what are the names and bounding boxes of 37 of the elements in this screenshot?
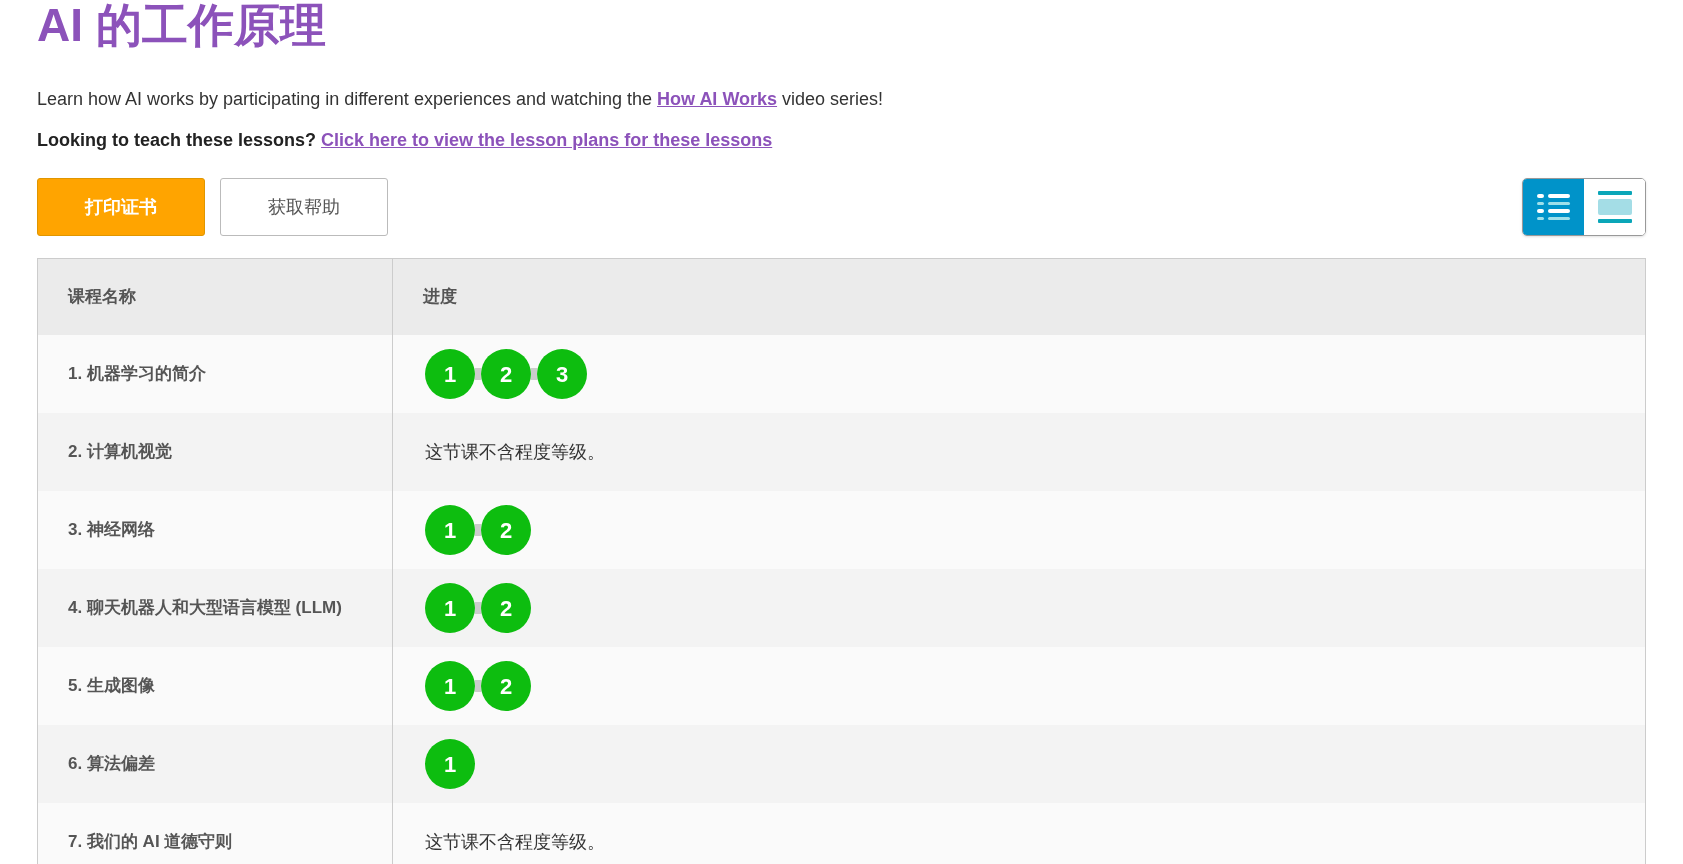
lesson-name[interactable]: 4. 聊天机器人和大型语言模型 (LLM) [68, 595, 342, 621]
list-view-toggle[interactable] [1523, 179, 1584, 235]
progress-connector [531, 368, 537, 380]
lesson-name[interactable]: 3. 神经网络 [68, 517, 155, 543]
progress-connector [475, 602, 481, 614]
intro-paragraph: Learn how AI works by participating in different experiences and watching the How AI Works video series! [37, 88, 885, 111]
level-bubble[interactable]: 2 [481, 505, 531, 555]
progress-connector [475, 368, 481, 380]
lesson-name[interactable]: 7. 我们的 AI 道德守则 [68, 829, 233, 855]
level-bubble[interactable]: 3 [537, 349, 587, 399]
level-bubble[interactable]: 1 [425, 583, 475, 633]
level-bubble[interactable]: 1 [425, 505, 475, 555]
lesson-name[interactable]: 1. 机器学习的简介 [68, 361, 206, 387]
level-bubble[interactable]: 1 [425, 349, 475, 399]
no-levels-note: 这节课不含程度等级。 [425, 830, 605, 854]
lesson-name[interactable]: 6. 算法偏差 [68, 751, 155, 777]
level-bubble[interactable]: 2 [481, 349, 531, 399]
print-certificate-button[interactable]: 打印证书 [37, 178, 205, 236]
no-levels-note: 这节课不含程度等级。 [425, 440, 605, 464]
level-bubble[interactable]: 2 [481, 661, 531, 711]
page-title: AI 的工作原理 [37, 2, 327, 48]
level-bubble[interactable]: 1 [425, 739, 475, 789]
progress-connector [475, 524, 481, 536]
column-header: 课程名称 [68, 286, 136, 309]
detail-view-icon [1597, 191, 1632, 223]
progress-connector [475, 680, 481, 692]
level-bubble[interactable]: 1 [425, 661, 475, 711]
lesson-name[interactable]: 2. 计算机视觉 [68, 439, 172, 465]
lesson-name[interactable]: 5. 生成图像 [68, 673, 155, 699]
lesson-plans-link[interactable]: Click here to view the lesson plans for these lessons [321, 130, 773, 150]
teach-paragraph: Looking to teach these lessons? Click here to view the lesson plans for these lessons [37, 129, 774, 152]
level-bubble[interactable]: 2 [481, 583, 531, 633]
column-header: 进度 [423, 286, 457, 309]
detail-view-toggle[interactable] [1584, 179, 1645, 235]
help-button[interactable]: 获取帮助 [220, 178, 388, 236]
list-view-icon [1536, 192, 1571, 222]
video-series-link[interactable]: How AI Works [657, 89, 778, 109]
